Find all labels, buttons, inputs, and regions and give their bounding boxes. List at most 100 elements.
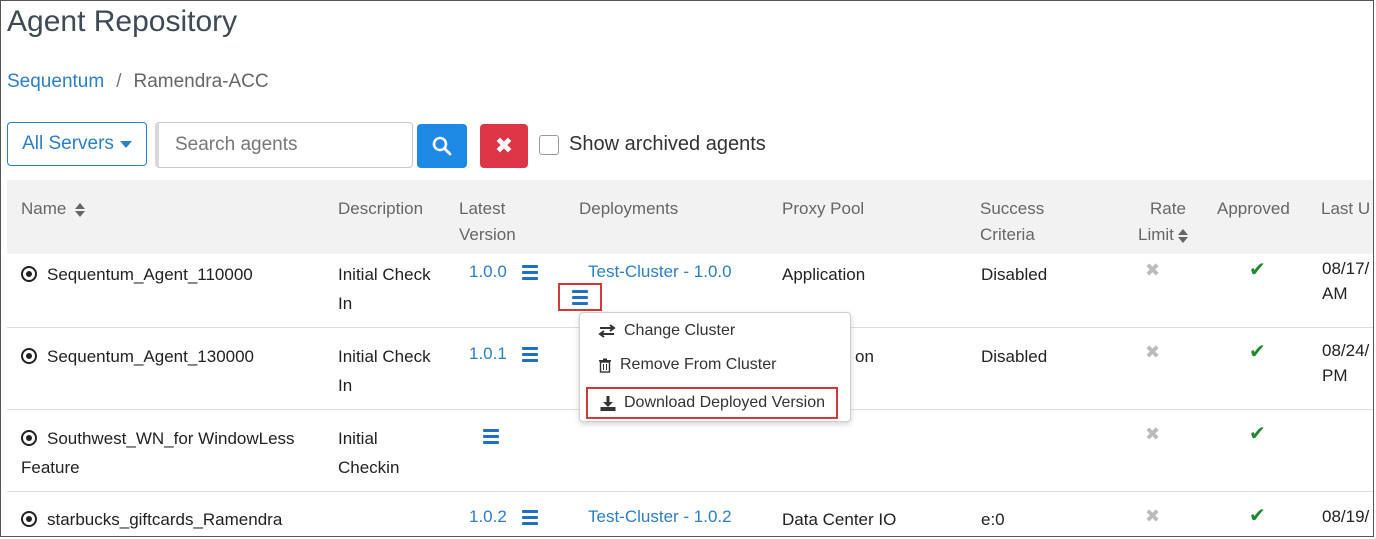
approved-check-icon: ✔	[1249, 341, 1266, 363]
version-menu-icon[interactable]	[521, 262, 538, 283]
version-menu-icon[interactable]	[521, 507, 538, 528]
clear-search-button[interactable]: ✖	[480, 124, 528, 168]
version-cell: 1.0.1	[469, 339, 538, 368]
column-deployments: Deployments	[579, 199, 679, 218]
show-archived-checkbox[interactable]	[539, 134, 559, 155]
agent-name-cell[interactable]: Sequentum_Agent_130000	[21, 342, 254, 371]
agent-name: starbucks_giftcards_Ramendra	[47, 510, 283, 529]
deployment-context-menu: Change Cluster Remove From Cluster Downl…	[579, 312, 851, 422]
column-rate-label: Rate	[1149, 199, 1186, 218]
version-link[interactable]: 1.0.1	[469, 344, 507, 363]
agent-radio-icon[interactable]	[21, 348, 37, 364]
search-button[interactable]	[417, 124, 467, 168]
proxy-pool-cell: on	[855, 347, 874, 366]
description-cell: Initial Check In	[338, 260, 431, 318]
last-updated-cell: 08/17/ AM	[1322, 256, 1369, 306]
version-link[interactable]: 1.0.2	[469, 507, 507, 526]
remove-from-cluster-menu-item[interactable]: Remove From Cluster	[598, 356, 776, 374]
column-last-updated: Last U	[1321, 199, 1371, 218]
all-servers-dropdown[interactable]: All Servers	[7, 122, 147, 166]
column-proxy-pool: Proxy Pool	[782, 199, 865, 218]
hamburger-icon	[572, 287, 588, 308]
description-cell: Initial Check In	[338, 342, 431, 400]
last-updated-cell: 08/19/	[1322, 507, 1370, 526]
description-cell: Initial Checkin	[338, 424, 399, 482]
column-version-label: Version	[459, 225, 516, 244]
deployment-menu-button[interactable]	[558, 283, 602, 311]
trash-icon	[599, 358, 611, 373]
breadcrumb-current: Ramendra-ACC	[133, 71, 269, 92]
clear-icon: ✖	[494, 133, 514, 158]
approved-check-icon: ✔	[1249, 259, 1266, 281]
success-criteria-cell: e:0	[981, 510, 1005, 529]
agent-name: Sequentum_Agent_110000	[47, 265, 253, 284]
table-header: Name Description Latest Version Deployme…	[7, 180, 1373, 254]
description-line: In	[338, 294, 353, 313]
rate-limit-x-icon: ✖	[1145, 260, 1161, 280]
breadcrumb-root-link[interactable]: Sequentum	[7, 71, 104, 92]
breadcrumb-separator: /	[116, 71, 122, 92]
column-criteria-label: Criteria	[980, 225, 1035, 244]
caret-down-icon	[119, 140, 132, 148]
approved-check-icon: ✔	[1249, 423, 1266, 445]
last-updated-time: AM	[1322, 284, 1348, 303]
description-line: Initial Check	[338, 347, 431, 366]
download-icon	[600, 395, 616, 411]
column-latest-version: Latest Version	[459, 196, 516, 248]
agent-radio-icon[interactable]	[21, 511, 37, 527]
last-updated-time: PM	[1322, 366, 1348, 385]
version-menu-icon[interactable]	[521, 344, 538, 365]
success-criteria-cell: Disabled	[981, 265, 1048, 284]
last-updated-date: 08/24/	[1322, 341, 1370, 360]
show-archived-toggle[interactable]: Show archived agents	[539, 133, 766, 156]
deployment-link[interactable]: Test-Cluster - 1.0.2	[588, 502, 732, 531]
download-deployed-version-menu-item[interactable]: Download Deployed Version	[586, 387, 838, 419]
last-updated-date: 08/17/	[1322, 259, 1370, 278]
agent-name: Southwest_WN_for WindowLess	[47, 429, 295, 448]
proxy-pool-cell: Data Center IO	[782, 510, 897, 529]
page-title: Agent Repository	[7, 5, 238, 38]
version-menu-icon[interactable]	[483, 426, 499, 447]
column-name-label: Name	[21, 199, 67, 218]
last-updated-cell: 08/24/ PM	[1322, 338, 1369, 388]
column-approved: Approved	[1217, 199, 1290, 218]
version-cell: 1.0.2	[469, 502, 538, 531]
column-name[interactable]: Name	[21, 196, 86, 222]
column-success-criteria: Success Criteria	[980, 196, 1044, 248]
rate-limit-x-icon: ✖	[1145, 342, 1161, 362]
agent-name: Sequentum_Agent_130000	[47, 347, 255, 366]
table-row: starbucks_giftcards_Ramendra 1.0.2 Test-…	[7, 491, 1373, 536]
app-frame: Agent Repository Sequentum / Ramendra-ACC …	[0, 0, 1374, 537]
description-line: Initial	[338, 429, 378, 448]
rate-limit-x-icon: ✖	[1145, 506, 1161, 526]
column-latest-label: Latest	[459, 199, 506, 218]
column-rate-limit[interactable]: Rate Limit	[1138, 196, 1188, 248]
version-link[interactable]: 1.0.0	[469, 262, 507, 281]
proxy-pool-cell: Application	[782, 265, 866, 284]
agent-name-cell[interactable]: Sequentum_Agent_110000	[21, 260, 253, 289]
column-success-label: Success	[980, 199, 1045, 218]
version-cell	[473, 421, 499, 450]
column-limit-label: Limit	[1138, 225, 1174, 244]
sort-icon	[1177, 228, 1188, 243]
column-description: Description	[338, 199, 424, 218]
version-cell: 1.0.0	[469, 257, 538, 286]
description-line: Initial Check	[338, 265, 431, 284]
swap-arrows-icon	[598, 324, 616, 338]
search-input[interactable]	[155, 122, 413, 168]
download-deployed-version-label: Download Deployed Version	[624, 394, 826, 411]
description-line: In	[338, 376, 353, 395]
rate-limit-x-icon: ✖	[1145, 424, 1161, 444]
agent-radio-icon[interactable]	[21, 266, 37, 282]
agent-radio-icon[interactable]	[21, 430, 37, 446]
search-icon	[432, 136, 452, 156]
agent-name-cell[interactable]: Southwest_WN_for WindowLess Feature	[21, 424, 295, 482]
change-cluster-menu-item[interactable]: Change Cluster	[598, 322, 735, 340]
deployment-link[interactable]: Test-Cluster - 1.0.0	[588, 257, 732, 286]
agent-name-cell[interactable]: starbucks_giftcards_Ramendra	[21, 505, 282, 534]
agent-name-continued: Feature	[21, 458, 80, 477]
approved-check-icon: ✔	[1249, 505, 1266, 527]
all-servers-label: All Servers	[22, 133, 114, 154]
description-line: Checkin	[338, 458, 400, 477]
success-criteria-cell: Disabled	[981, 347, 1048, 366]
